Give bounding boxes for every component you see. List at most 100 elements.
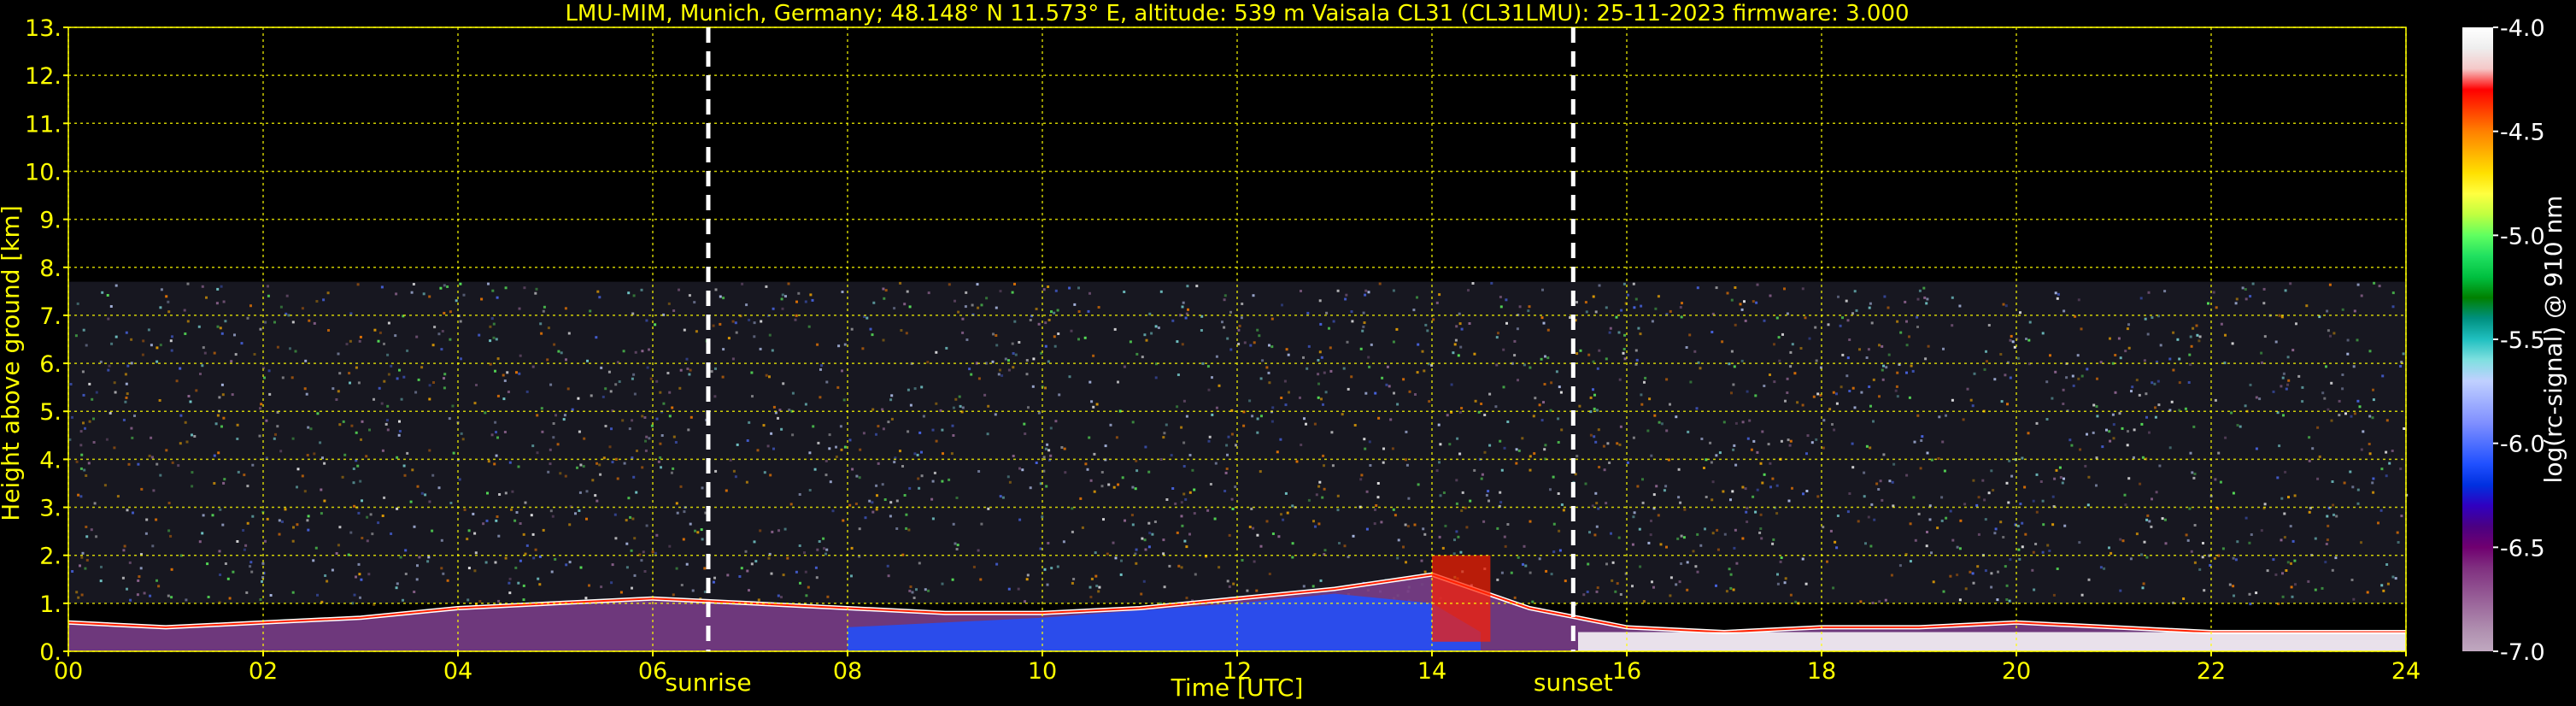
noise-speck — [1637, 327, 1640, 330]
noise-speck — [995, 306, 998, 309]
noise-speck — [1047, 449, 1051, 452]
noise-speck — [1394, 514, 1397, 517]
noise-speck — [508, 577, 512, 580]
noise-speck — [977, 377, 981, 380]
noise-speck — [780, 297, 783, 301]
noise-speck — [1391, 447, 1394, 450]
noise-speck — [1619, 593, 1622, 596]
noise-speck — [1455, 502, 1458, 505]
noise-speck — [349, 381, 351, 385]
noise-speck — [655, 379, 659, 383]
noise-speck — [1769, 485, 1772, 489]
noise-speck — [1024, 600, 1026, 603]
colorbar-scale — [2462, 27, 2493, 651]
noise-speck — [2346, 338, 2350, 342]
noise-speck — [1540, 357, 1543, 361]
colorbar-tick-label: -5.0 — [2500, 223, 2545, 250]
noise-speck — [1923, 296, 1927, 299]
noise-speck — [1207, 388, 1211, 391]
noise-speck — [912, 597, 916, 599]
noise-speck — [443, 284, 446, 287]
noise-speck — [1256, 431, 1259, 434]
noise-speck — [1632, 282, 1635, 285]
noise-speck — [1317, 373, 1320, 376]
noise-speck — [1090, 577, 1094, 580]
noise-speck — [2239, 425, 2242, 428]
noise-speck — [675, 567, 678, 570]
noise-speck — [371, 532, 374, 536]
noise-speck — [497, 534, 501, 538]
noise-speck — [1741, 421, 1745, 424]
noise-speck — [2285, 569, 2288, 572]
noise-speck — [2236, 540, 2239, 544]
noise-speck — [1487, 490, 1490, 493]
noise-speck — [746, 569, 749, 573]
noise-speck — [1482, 520, 1486, 523]
noise-speck — [567, 332, 571, 335]
noise-speck — [353, 593, 356, 597]
noise-speck — [137, 462, 140, 466]
noise-speck — [2008, 599, 2011, 603]
noise-speck — [2399, 365, 2403, 368]
noise-speck — [1522, 562, 1524, 566]
noise-speck — [1677, 468, 1681, 471]
noise-speck — [1049, 427, 1053, 430]
noise-speck — [985, 297, 989, 300]
noise-speck — [2086, 503, 2090, 507]
noise-speck — [1528, 305, 1531, 309]
noise-speck — [1053, 344, 1057, 348]
noise-speck — [206, 562, 209, 566]
noise-speck — [1730, 298, 1734, 302]
noise-speck — [1913, 440, 1916, 444]
noise-speck — [390, 364, 393, 368]
chart-title: LMU-MIM, Munich, Germany; 48.148° N 11.5… — [565, 1, 1909, 26]
noise-speck — [1987, 491, 1991, 495]
noise-speck — [250, 570, 254, 574]
noise-speck — [1215, 355, 1218, 358]
noise-speck — [2101, 445, 2104, 449]
noise-speck — [502, 374, 505, 377]
noise-speck — [88, 382, 91, 385]
noise-speck — [1579, 349, 1582, 352]
noise-speck — [80, 453, 84, 456]
noise-speck — [1092, 405, 1095, 409]
noise-speck — [954, 299, 956, 303]
noise-speck — [1722, 421, 1726, 424]
noise-speck — [1510, 571, 1513, 574]
noise-speck — [1640, 304, 1643, 308]
noise-speck — [2352, 365, 2356, 368]
noise-speck — [1218, 566, 1221, 569]
noise-speck — [1845, 374, 1849, 378]
noise-speck — [1587, 353, 1591, 356]
noise-speck — [1157, 327, 1160, 329]
noise-speck — [1121, 476, 1124, 479]
noise-speck — [1872, 420, 1875, 423]
noise-speck — [361, 499, 363, 503]
noise-speck — [828, 447, 831, 450]
noise-speck — [1109, 423, 1112, 427]
noise-speck — [1611, 579, 1614, 582]
noise-speck — [2109, 337, 2111, 340]
noise-speck — [1560, 503, 1564, 506]
noise-speck — [1552, 475, 1555, 479]
noise-speck — [952, 522, 955, 526]
noise-speck — [1193, 512, 1196, 515]
x-tick-label: 24 — [2391, 658, 2421, 685]
noise-speck — [193, 435, 197, 438]
noise-speck — [1845, 299, 1848, 303]
noise-speck — [1869, 404, 1872, 408]
noise-speck — [1386, 365, 1389, 368]
noise-speck — [619, 591, 623, 594]
noise-speck — [327, 329, 330, 332]
noise-speck — [926, 361, 930, 364]
noise-speck — [1058, 393, 1061, 397]
noise-speck — [2068, 438, 2072, 442]
noise-speck — [431, 344, 435, 347]
noise-speck — [1595, 590, 1599, 593]
noise-speck — [148, 454, 151, 457]
noise-speck — [2080, 374, 2084, 378]
noise-speck — [1582, 593, 1586, 597]
noise-speck — [2002, 303, 2005, 306]
noise-speck — [341, 475, 344, 479]
noise-speck — [390, 532, 393, 535]
